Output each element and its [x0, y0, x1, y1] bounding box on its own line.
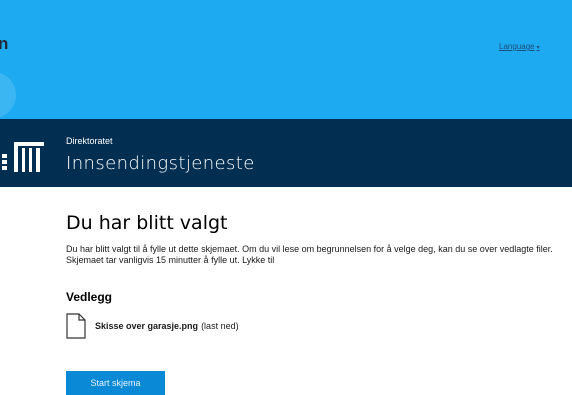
- logo-text: n: [0, 34, 9, 53]
- chevron-down-icon: ▾: [536, 45, 540, 51]
- download-link[interactable]: (last ned): [201, 321, 239, 331]
- attachment-file-name: Skisse over garasje.png: [95, 321, 199, 331]
- intro-text: Du har blitt valgt til å fylle ut dette …: [66, 244, 553, 265]
- top-header: n Language ▾: [0, 0, 572, 119]
- language-label: Language: [499, 42, 535, 51]
- organization-name: Direktoratet: [66, 136, 113, 146]
- logo-shape: [0, 72, 16, 118]
- service-title: Innsendingstjeneste: [66, 153, 255, 174]
- language-menu[interactable]: Language ▾: [499, 42, 540, 51]
- start-form-button[interactable]: Start skjema: [66, 371, 165, 395]
- attachments-heading: Vedlegg: [66, 290, 113, 304]
- organization-emblem-icon: [2, 142, 44, 172]
- file-icon: [66, 313, 86, 339]
- attachment-item: Skisse over garasje.png (last ned): [66, 313, 239, 339]
- page-title: Du har blitt valgt: [66, 212, 228, 234]
